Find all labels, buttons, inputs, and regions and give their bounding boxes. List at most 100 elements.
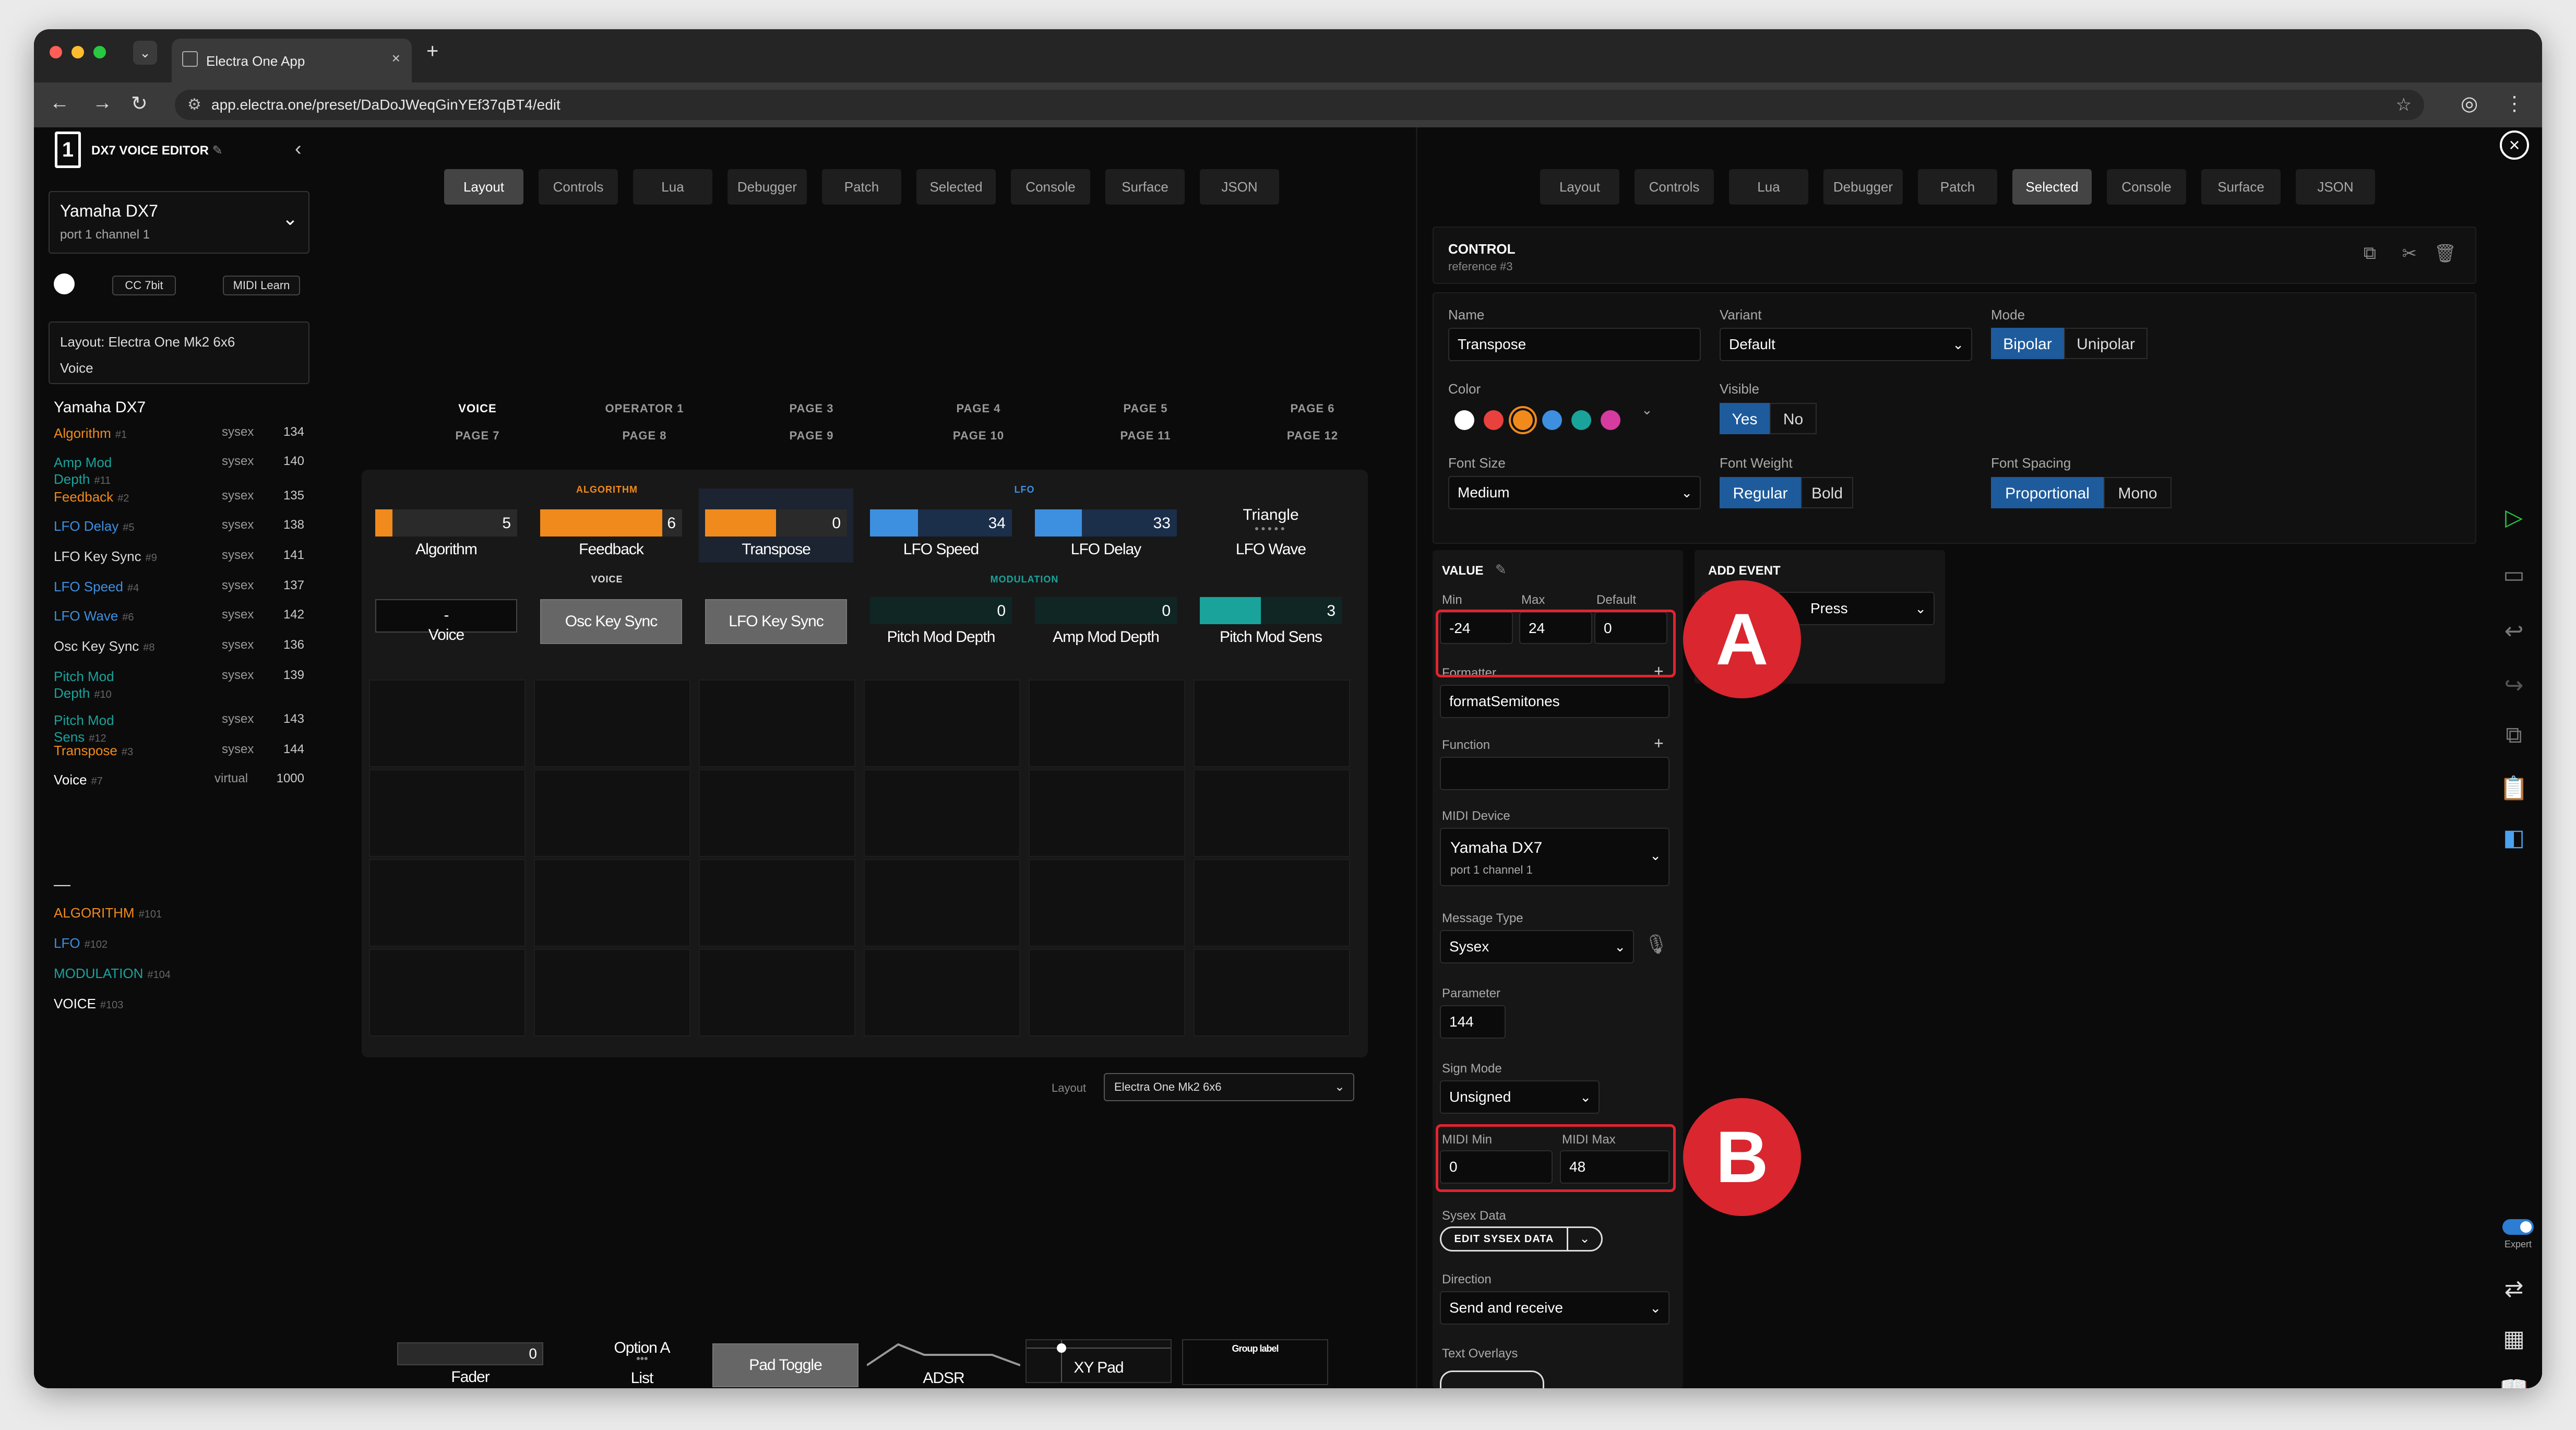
tab-patch[interactable]: Patch [1918, 169, 1997, 205]
redo-icon[interactable]: ↪ [2498, 672, 2530, 699]
sidebar-control-item[interactable]: LFO Delay #5 sysex 138 [54, 518, 304, 539]
sidebar-group-item[interactable]: MODULATION #104 [54, 966, 171, 982]
back-icon[interactable]: ← [50, 92, 69, 114]
browser-menu-icon[interactable]: ⋮ [2505, 92, 2524, 115]
expert-toggle[interactable] [2502, 1219, 2534, 1235]
midi-device-select[interactable]: Yamaha DX7 port 1 channel 1 ⌄ [1440, 828, 1669, 886]
tab-controls[interactable]: Controls [1635, 169, 1714, 205]
control-lfo-wave[interactable]: Triangle ●●●●● LFO Wave [1194, 488, 1348, 563]
layout-info[interactable]: Layout: Electra One Mk2 6x6 Voice [49, 321, 309, 384]
empty-control-slot[interactable] [534, 769, 690, 857]
color-swatch[interactable] [1484, 410, 1504, 430]
control-lfo-key-sync[interactable]: LFO Key Sync [699, 590, 853, 664]
microphone-icon[interactable]: 🎙 [1644, 933, 1668, 955]
bookmark-star-icon[interactable]: ☆ [2396, 90, 2412, 120]
tab-layout[interactable]: Layout [1540, 169, 1619, 205]
sidebar-control-item[interactable]: Transpose #3 sysex 144 [54, 742, 304, 763]
sidebar-control-item[interactable]: Voice #7 virtual 1000 [54, 771, 304, 792]
tab-console[interactable]: Console [1011, 169, 1090, 205]
empty-control-slot[interactable] [369, 769, 526, 857]
empty-control-slot[interactable] [864, 680, 1020, 767]
mode-bipolar[interactable]: Bipolar [1991, 328, 2064, 359]
edit-sysex-button[interactable]: EDIT SYSEX DATA [1441, 1228, 1567, 1250]
trash-icon[interactable]: 🗑 [2434, 243, 2456, 264]
empty-control-slot[interactable] [864, 859, 1020, 947]
sidebar-group-item[interactable]: ALGORITHM #101 [54, 905, 162, 921]
empty-control-slot[interactable] [534, 680, 690, 767]
font-spacing-mono[interactable]: Mono [2104, 477, 2172, 508]
palette-fader[interactable]: 0 Fader [397, 1339, 543, 1386]
collapse-sidebar-icon[interactable]: ‹ [295, 138, 302, 160]
control-lfo-delay[interactable]: 33 LFO Delay [1029, 488, 1183, 563]
sidebar-control-item[interactable]: LFO Key Sync #9 sysex 141 [54, 548, 304, 569]
font-weight-bold[interactable]: Bold [1801, 477, 1853, 508]
control-lfo-speed[interactable]: 34 LFO Speed [864, 488, 1018, 563]
tab-json[interactable]: JSON [1200, 169, 1279, 205]
tab-surface[interactable]: Surface [1105, 169, 1185, 205]
layout-select[interactable]: Electra One Mk2 6x6 ⌄ [1104, 1073, 1354, 1101]
clipboard-icon[interactable]: 📋 [2498, 774, 2530, 802]
control-pitch-mod-sens[interactable]: 3 Pitch Mod Sens [1194, 590, 1348, 664]
palette-group-label[interactable]: Group label [1182, 1339, 1328, 1386]
control-transpose[interactable]: 0 Transpose [699, 488, 853, 563]
control-voice[interactable]: - Voice [369, 590, 523, 664]
chevron-down-icon[interactable]: ⌄ [1567, 1228, 1601, 1250]
control-feedback[interactable]: 6 Feedback [534, 488, 688, 563]
sidebar-control-item[interactable]: Amp Mod Depth #11 sysex 140 [54, 454, 304, 487]
close-icon[interactable]: × [2500, 130, 2529, 160]
new-tab-icon[interactable]: + [426, 40, 438, 63]
page-tab[interactable]: PAGE 12 [1234, 429, 1391, 443]
font-weight-regular[interactable]: Regular [1720, 477, 1801, 508]
edit-icon[interactable]: ✎ [212, 144, 223, 158]
empty-control-slot[interactable] [369, 949, 526, 1036]
palette-pad-toggle[interactable]: Pad Toggle [712, 1339, 858, 1387]
panel-divider[interactable] [1416, 127, 1417, 1388]
color-swatch[interactable] [1601, 410, 1620, 430]
empty-control-slot[interactable] [534, 949, 690, 1036]
visible-no[interactable]: No [1770, 403, 1817, 434]
control-algorithm[interactable]: 5 Algorithm [369, 488, 523, 563]
empty-control-slot[interactable] [699, 949, 855, 1036]
cc-7bit-button[interactable]: CC 7bit [112, 276, 176, 295]
overlays-button-group[interactable] [1440, 1371, 1544, 1388]
empty-control-slot[interactable] [1194, 680, 1350, 767]
swap-icon[interactable]: ⇄ [2498, 1276, 2530, 1302]
tab-selected[interactable]: Selected [916, 169, 996, 205]
sidebar-control-item[interactable]: LFO Speed #4 sysex 137 [54, 578, 304, 599]
page-tab[interactable]: PAGE 4 [900, 402, 1057, 415]
sidebar-group-item[interactable]: LFO #102 [54, 935, 108, 951]
duplicate-icon[interactable]: ⧉ [2498, 722, 2530, 748]
empty-control-slot[interactable] [1194, 949, 1350, 1036]
color-swatch[interactable] [1571, 410, 1591, 430]
page-tab[interactable]: OPERATOR 1 [566, 402, 723, 415]
tab-close-icon[interactable]: × [392, 50, 400, 67]
font-size-select[interactable]: Medium ⌄ [1448, 476, 1701, 509]
tab-selected[interactable]: Selected [2012, 169, 2092, 205]
font-spacing-proportional[interactable]: Proportional [1991, 477, 2104, 508]
mode-unipolar[interactable]: Unipolar [2064, 328, 2148, 359]
chevron-down-icon[interactable]: ⌄ [1641, 402, 1653, 418]
tab-list-chevron-icon[interactable]: ⌄ [133, 41, 157, 65]
tab-console[interactable]: Console [2107, 169, 2186, 205]
function-input[interactable] [1440, 757, 1669, 790]
edit-icon[interactable]: ✎ [1495, 562, 1507, 578]
tab-json[interactable]: JSON [2296, 169, 2375, 205]
sidebar-control-item[interactable]: Pitch Mod Sens #12 sysex 143 [54, 712, 304, 745]
control-pitch-mod-depth[interactable]: 0 Pitch Mod Depth [864, 590, 1018, 664]
page-tab[interactable]: PAGE 8 [566, 429, 723, 443]
visible-yes[interactable]: Yes [1720, 403, 1770, 434]
empty-control-slot[interactable] [1029, 859, 1185, 947]
book-icon[interactable]: 📖 [2498, 1375, 2530, 1388]
sidebar-control-item[interactable]: Feedback #2 sysex 135 [54, 488, 304, 509]
keyboard-icon[interactable]: ▦ [2498, 1326, 2530, 1352]
panel-toggle-icon[interactable]: ◧ [2498, 825, 2530, 851]
direction-select[interactable]: Send and receive ⌄ [1440, 1291, 1669, 1325]
empty-control-slot[interactable] [1029, 769, 1185, 857]
midi-activity-toggle[interactable] [54, 273, 75, 294]
empty-control-slot[interactable] [1029, 680, 1185, 767]
page-tab[interactable]: PAGE 6 [1234, 402, 1391, 415]
empty-control-slot[interactable] [699, 769, 855, 857]
message-type-select[interactable]: Sysex ⌄ [1440, 930, 1634, 963]
cut-icon[interactable]: ✂ [2402, 243, 2417, 264]
page-tab[interactable]: PAGE 11 [1067, 429, 1224, 443]
